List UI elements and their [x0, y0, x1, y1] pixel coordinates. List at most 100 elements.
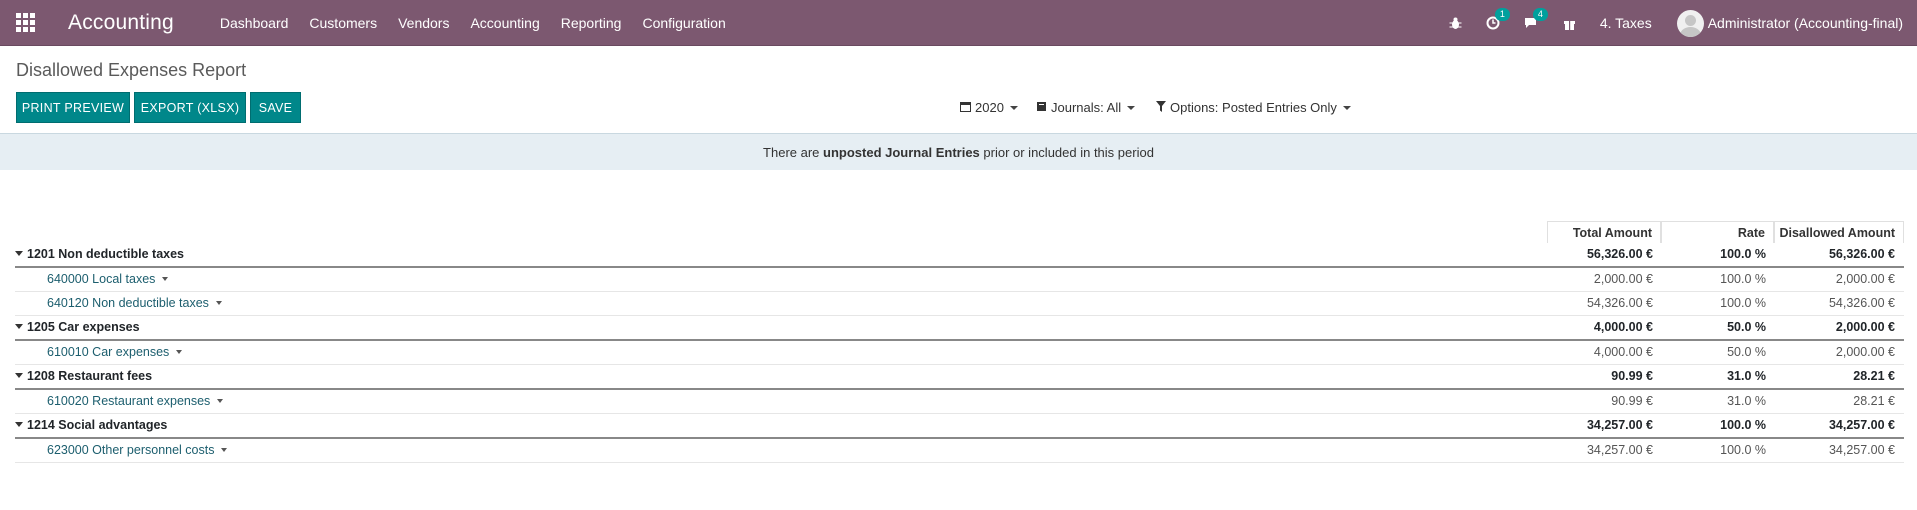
col-disallowed-amount: Disallowed Amount	[1774, 221, 1904, 243]
cell-disallowed: 2,000.00 €	[1835, 345, 1895, 359]
caret-down-icon[interactable]	[15, 251, 23, 257]
group-label[interactable]: 1214 Social advantages	[15, 414, 167, 437]
account-row[interactable]: 640120 Non deductible taxes 54,326.00 € 10…	[15, 292, 1904, 316]
cell-total: 56,326.00 €	[1586, 247, 1653, 261]
menu-reporting[interactable]: Reporting	[561, 15, 622, 31]
account-row[interactable]: 623000 Other personnel costs 34,257.00 € 1…	[15, 439, 1904, 463]
journals-filter-label: Journals: All	[1051, 100, 1122, 115]
filter-icon	[1156, 100, 1166, 115]
bug-icon[interactable]	[1449, 17, 1462, 30]
cell-disallowed: 54,326.00 €	[1828, 296, 1895, 310]
line-dropdown-icon[interactable]	[176, 349, 183, 354]
group-row[interactable]: 1201 Non deductible taxes 56,326.00 € 100.…	[15, 243, 1904, 268]
row-label-text: 640000 Local taxes	[47, 272, 156, 286]
group-row[interactable]: 1205 Car expenses 4,000.00 € 50.0 % 2,000.0…	[15, 316, 1904, 341]
caret-down-icon[interactable]	[15, 373, 23, 379]
date-filter[interactable]: 2020	[960, 100, 1018, 115]
avatar	[1676, 9, 1704, 37]
caret-down-icon[interactable]	[15, 422, 23, 428]
chevron-down-icon	[1009, 105, 1018, 110]
row-label-text: 610020 Restaurant expenses	[47, 394, 211, 408]
account-row[interactable]: 610020 Restaurant expenses 90.99 € 31.0 % 2…	[15, 390, 1904, 414]
row-label-text: 1205 Car expenses	[27, 320, 140, 334]
menu-accounting[interactable]: Accounting	[470, 15, 539, 31]
line-dropdown-icon[interactable]	[215, 300, 222, 305]
row-label-text: 610010 Car expenses	[47, 345, 170, 359]
navbar-systray: 1 4 4. Taxes Administrator (Accounting-f…	[1449, 0, 1917, 46]
group-row[interactable]: 1214 Social advantages 34,257.00 € 100.0 %…	[15, 414, 1904, 439]
gift-icon[interactable]	[1563, 17, 1576, 30]
menu-dashboard[interactable]: Dashboard	[220, 15, 289, 31]
alert-prefix: There are	[763, 144, 824, 160]
apps-menu-icon[interactable]	[2, 0, 48, 46]
table-header: Total Amount Rate Disallowed Amount	[15, 221, 1904, 243]
menu-configuration[interactable]: Configuration	[642, 15, 725, 31]
options-filter[interactable]: Options: Posted Entries Only	[1156, 100, 1351, 115]
cell-total: 4,000.00 €	[1593, 320, 1653, 334]
account-label[interactable]: 610010 Car expenses	[47, 341, 183, 364]
messages-icon[interactable]: 4	[1524, 8, 1548, 30]
menu-vendors[interactable]: Vendors	[398, 15, 449, 31]
account-label[interactable]: 640000 Local taxes	[47, 268, 169, 291]
row-label-text: 1214 Social advantages	[27, 418, 168, 432]
cell-rate: 100.0 %	[1720, 272, 1766, 286]
cell-rate: 31.0 %	[1727, 369, 1766, 383]
account-label[interactable]: 610020 Restaurant expenses	[47, 390, 224, 413]
journals-filter[interactable]: Journals: All	[1036, 100, 1136, 115]
save-button[interactable]: SAVE	[250, 92, 301, 123]
caret-down-icon[interactable]	[15, 324, 23, 330]
chevron-down-icon	[1342, 105, 1351, 110]
unposted-entries-link[interactable]: unposted Journal Entries	[823, 145, 980, 160]
cell-rate: 50.0 %	[1727, 320, 1766, 334]
group-label[interactable]: 1208 Restaurant fees	[15, 365, 152, 388]
cell-disallowed: 56,326.00 €	[1828, 247, 1895, 261]
cell-disallowed: 2,000.00 €	[1835, 272, 1895, 286]
row-label-text: 640120 Non deductible taxes	[47, 296, 209, 310]
date-filter-label: 2020	[975, 100, 1004, 115]
calendar-icon	[960, 101, 971, 115]
line-dropdown-icon[interactable]	[162, 276, 169, 281]
cell-total: 2,000.00 €	[1593, 272, 1653, 286]
page-title: Disallowed Expenses Report	[16, 60, 247, 80]
row-label-text: 1201 Non deductible taxes	[27, 247, 185, 261]
group-row[interactable]: 1208 Restaurant fees 90.99 € 31.0 % 28.21 €	[15, 365, 1904, 390]
col-total-amount: Total Amount	[1547, 221, 1661, 243]
options-filter-label: Options: Posted Entries Only	[1170, 100, 1337, 115]
export-xlsx-button[interactable]: EXPORT (XLSX)	[134, 92, 246, 123]
print-preview-button[interactable]: PRINT PREVIEW	[16, 92, 130, 123]
line-dropdown-icon[interactable]	[221, 447, 228, 452]
cell-total: 90.99 €	[1611, 369, 1653, 383]
account-label[interactable]: 640120 Non deductible taxes	[47, 292, 222, 315]
cell-rate: 50.0 %	[1727, 345, 1766, 359]
row-label-text: 1208 Restaurant fees	[27, 369, 153, 383]
activity-badge: 1	[1494, 8, 1510, 21]
user-menu[interactable]: Administrator (Accounting-final)	[1676, 9, 1903, 37]
cell-total: 54,326.00 €	[1586, 296, 1653, 310]
account-row[interactable]: 640000 Local taxes 2,000.00 € 100.0 % 2,000…	[15, 268, 1904, 292]
row-label-text: 623000 Other personnel costs	[47, 443, 215, 457]
col-rate: Rate	[1661, 221, 1774, 243]
cell-total: 34,257.00 €	[1586, 443, 1653, 457]
cell-rate: 100.0 %	[1720, 443, 1766, 457]
main-menu: Dashboard Customers Vendors Accounting R…	[220, 15, 747, 31]
unposted-entries-alert: There are unposted Journal Entries prior…	[0, 133, 1917, 170]
line-dropdown-icon[interactable]	[217, 398, 224, 403]
cell-disallowed: 34,257.00 €	[1828, 443, 1895, 457]
cell-rate: 100.0 %	[1720, 247, 1766, 261]
menu-customers[interactable]: Customers	[309, 15, 377, 31]
report-table: Total Amount Rate Disallowed Amount 1201…	[15, 221, 1904, 463]
cell-total: 90.99 €	[1611, 394, 1653, 408]
user-name: Administrator (Accounting-final)	[1707, 15, 1903, 31]
cell-disallowed: 28.21 €	[1853, 394, 1895, 408]
activity-clock-icon[interactable]: 1	[1486, 8, 1510, 30]
group-label[interactable]: 1205 Car expenses	[15, 316, 140, 339]
cell-total: 4,000.00 €	[1593, 345, 1653, 359]
group-label[interactable]: 1201 Non deductible taxes	[15, 243, 184, 266]
company-switcher[interactable]: 4. Taxes	[1600, 15, 1652, 31]
account-row[interactable]: 610010 Car expenses 4,000.00 € 50.0 % 2,000…	[15, 341, 1904, 365]
account-label[interactable]: 623000 Other personnel costs	[47, 439, 228, 462]
app-brand[interactable]: Accounting	[68, 11, 174, 35]
cell-rate: 31.0 %	[1727, 394, 1766, 408]
alert-suffix: prior or included in this period	[979, 144, 1154, 160]
cell-disallowed: 28.21 €	[1853, 369, 1895, 383]
